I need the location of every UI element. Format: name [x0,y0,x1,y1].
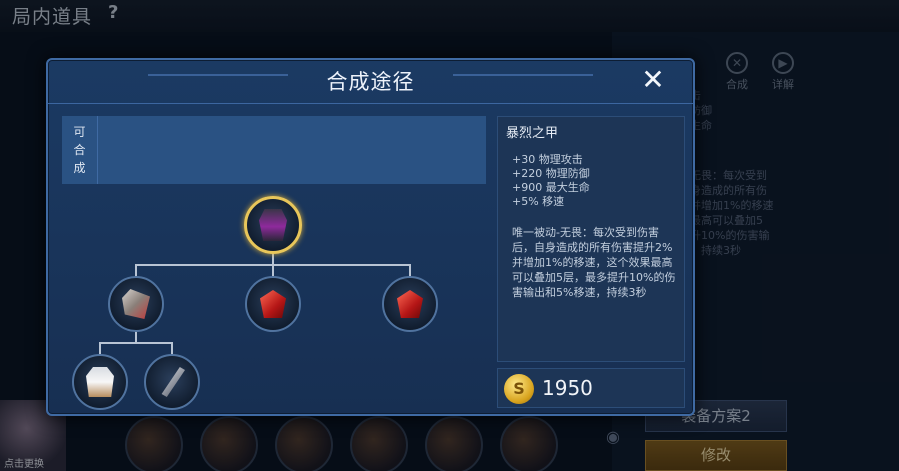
composable-label: 可 合 成 [62,116,98,184]
item-name: 暴烈之甲 [506,126,559,141]
price-box: S 1950 [497,368,685,408]
tree-child-item[interactable] [108,276,164,332]
item-info-panel: 暴烈之甲 +30 物理攻击 +220 物理防御 +900 最大生命 +5% 移速… [497,116,685,362]
stat-line: +220 物理防御 [512,167,590,180]
stat-line: +900 最大生命 [512,181,590,194]
tree-child-item[interactable] [382,276,438,332]
compose-path-modal: 合成途径 ✕ 可 合 成 暴烈之甲 +30 物理攻击 +220 物理防御 +90… [46,58,695,416]
stat-line: +30 物理攻击 [512,153,583,166]
modal-title: 合成途径 [326,70,415,94]
tree-grandchild-item[interactable] [72,354,128,410]
composable-char: 可 [73,125,86,139]
armor-icon [259,209,287,241]
modal-header: 合成途径 ✕ [48,60,693,104]
composable-char: 合 [73,143,86,157]
vest-icon [86,367,114,397]
tree-root-item[interactable] [244,196,302,254]
item-stats: +30 物理攻击 +220 物理防御 +900 最大生命 +5% 移速 [512,153,590,209]
composable-char: 成 [73,161,86,175]
red-gem-icon [260,290,286,318]
tree-grandchild-item[interactable] [144,354,200,410]
composable-row: 可 合 成 [62,116,486,184]
item-passive-description: 唯一被动-无畏：每次受到伤害后，自身造成的所有伤害提升2%并增加1%的移速，这个… [512,226,676,299]
spear-icon [161,367,185,397]
close-icon[interactable]: ✕ [638,66,668,96]
tree-connector [99,342,173,344]
stat-line: +5% 移速 [512,195,565,208]
gauntlet-icon [122,289,150,319]
red-gem-icon [397,290,423,318]
item-price: 1950 [542,376,593,400]
gold-coin-icon: S [504,374,534,404]
tree-child-item[interactable] [245,276,301,332]
